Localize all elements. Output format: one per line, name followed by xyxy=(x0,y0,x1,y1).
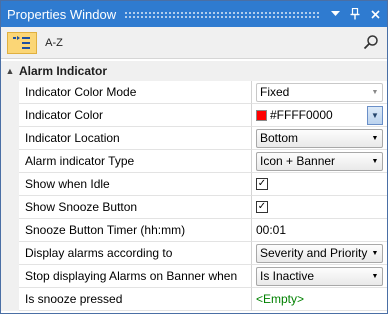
chevron-down-icon[interactable]: ▼ xyxy=(368,273,382,280)
checkmark-icon: ✓ xyxy=(257,201,267,212)
categorized-button[interactable] xyxy=(7,31,37,54)
color-swatch xyxy=(256,109,267,121)
row-gutter xyxy=(1,104,19,127)
row-gutter xyxy=(1,81,19,104)
row-gutter xyxy=(1,219,19,242)
checkmark-icon: ✓ xyxy=(257,178,267,189)
indicator-location-dropdown[interactable]: Bottom ▼ xyxy=(256,128,383,148)
dropdown-arrow-icon[interactable] xyxy=(327,6,343,22)
property-row-indicator-color[interactable]: Indicator Color #FFFF0000 ▼ xyxy=(1,104,387,127)
property-row-indicator-location[interactable]: Indicator Location Bottom ▼ xyxy=(1,127,387,150)
property-name: Display alarms according to xyxy=(19,242,252,265)
category-title: Alarm Indicator xyxy=(19,64,108,78)
row-gutter xyxy=(1,288,19,311)
chevron-down-icon[interactable]: ▼ xyxy=(368,89,382,96)
collapse-arrow-icon[interactable]: ▲ xyxy=(1,66,19,76)
property-name: Alarm indicator Type xyxy=(19,150,252,173)
row-gutter xyxy=(1,196,19,219)
pin-icon[interactable] xyxy=(347,6,363,22)
alphabetical-button[interactable]: A-Z xyxy=(39,32,69,54)
property-value[interactable]: Bottom ▼ xyxy=(252,127,387,150)
property-row-snooze-button-timer[interactable]: Snooze Button Timer (hh:mm) 00:01 xyxy=(1,219,387,242)
property-row-indicator-color-mode[interactable]: Indicator Color Mode Fixed ▼ xyxy=(1,81,387,104)
dropdown-value: Is Inactive xyxy=(260,269,315,283)
window-title: Properties Window xyxy=(7,6,117,22)
stop-displaying-dropdown[interactable]: Is Inactive ▼ xyxy=(256,266,383,286)
property-value[interactable]: Icon + Banner ▼ xyxy=(252,150,387,173)
property-row-display-alarms-according-to[interactable]: Display alarms according to Severity and… xyxy=(1,242,387,265)
property-value[interactable]: 00:01 xyxy=(252,219,387,242)
property-name: Stop displaying Alarms on Banner when xyxy=(19,265,252,288)
toolbar: A-Z xyxy=(1,27,387,59)
indicator-color-picker[interactable]: #FFFF0000 ▼ xyxy=(256,105,383,125)
dropdown-value: Icon + Banner xyxy=(260,154,336,168)
indicator-color-mode-dropdown[interactable]: Fixed ▼ xyxy=(256,82,383,102)
property-value[interactable]: <Empty> xyxy=(252,288,387,311)
property-name: Show when Idle xyxy=(19,173,252,196)
color-value: #FFFF0000 xyxy=(270,108,333,122)
property-value[interactable]: Is Inactive ▼ xyxy=(252,265,387,288)
property-name: Show Snooze Button xyxy=(19,196,252,219)
dropdown-value: Severity and Priority xyxy=(260,246,368,260)
empty-value[interactable]: <Empty> xyxy=(256,292,304,306)
snooze-timer-value[interactable]: 00:01 xyxy=(256,223,286,237)
chevron-down-icon[interactable]: ▼ xyxy=(367,105,383,125)
property-name: Indicator Color xyxy=(19,104,252,127)
row-gutter xyxy=(1,127,19,150)
property-grid: ▲ Alarm Indicator Indicator Color Mode F… xyxy=(1,59,387,313)
row-gutter xyxy=(1,173,19,196)
show-when-idle-checkbox[interactable]: ✓ xyxy=(256,178,268,190)
drag-grip[interactable] xyxy=(124,10,319,18)
category-header-alarm-indicator[interactable]: ▲ Alarm Indicator xyxy=(1,61,387,81)
property-name: Indicator Color Mode xyxy=(19,81,252,104)
property-name: Snooze Button Timer (hh:mm) xyxy=(19,219,252,242)
property-name: Is snooze pressed xyxy=(19,288,252,311)
show-snooze-button-checkbox[interactable]: ✓ xyxy=(256,201,268,213)
chevron-down-icon[interactable]: ▼ xyxy=(368,158,382,165)
property-value[interactable]: Severity and Priority ▼ xyxy=(252,242,387,265)
property-row-stop-displaying-alarms[interactable]: Stop displaying Alarms on Banner when Is… xyxy=(1,265,387,288)
chevron-down-icon[interactable]: ▼ xyxy=(368,135,382,142)
property-value[interactable]: #FFFF0000 ▼ xyxy=(252,104,387,127)
property-row-show-when-idle[interactable]: Show when Idle ✓ xyxy=(1,173,387,196)
property-value[interactable]: ✓ xyxy=(252,173,387,196)
property-row-is-snooze-pressed[interactable]: Is snooze pressed <Empty> xyxy=(1,288,387,311)
chevron-down-icon[interactable]: ▼ xyxy=(368,250,382,257)
property-value[interactable]: ✓ xyxy=(252,196,387,219)
search-icon xyxy=(363,35,378,50)
property-row-show-snooze-button[interactable]: Show Snooze Button ✓ xyxy=(1,196,387,219)
properties-window: Properties Window A-Z ▲ Alarm Indicator … xyxy=(0,0,388,314)
alarm-indicator-type-dropdown[interactable]: Icon + Banner ▼ xyxy=(256,151,383,171)
display-alarms-dropdown[interactable]: Severity and Priority ▼ xyxy=(256,243,383,263)
categorized-icon xyxy=(13,35,30,49)
row-gutter xyxy=(1,265,19,288)
close-icon[interactable] xyxy=(367,6,383,22)
dropdown-value: Fixed xyxy=(260,85,290,99)
search-button[interactable] xyxy=(363,34,379,50)
property-value[interactable]: Fixed ▼ xyxy=(252,81,387,104)
row-gutter xyxy=(1,242,19,265)
dropdown-value: Bottom xyxy=(260,131,299,145)
property-row-alarm-indicator-type[interactable]: Alarm indicator Type Icon + Banner ▼ xyxy=(1,150,387,173)
property-name: Indicator Location xyxy=(19,127,252,150)
alphabetical-label: A-Z xyxy=(45,36,63,49)
title-bar[interactable]: Properties Window xyxy=(1,1,387,27)
row-gutter xyxy=(1,150,19,173)
